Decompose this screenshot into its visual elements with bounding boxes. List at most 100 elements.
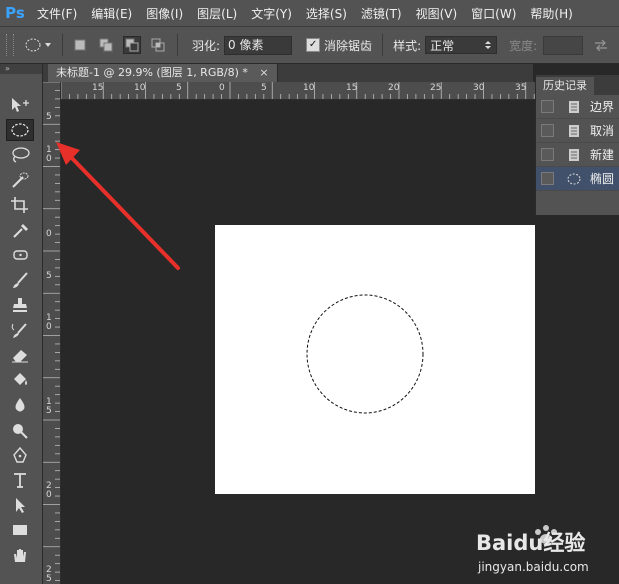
history-brush-icon	[11, 323, 27, 338]
history-snapshot-checkbox[interactable]	[541, 100, 554, 113]
menu-view[interactable]: 视图(V)	[409, 5, 465, 22]
path-selection-tool[interactable]	[6, 494, 34, 516]
elliptical-selection-marquee	[306, 294, 424, 414]
ruler-label: 30	[473, 83, 485, 93]
menu-layer[interactable]: 图层(L)	[190, 5, 244, 22]
history-snapshot-checkbox[interactable]	[541, 148, 554, 161]
chevron-down-icon	[45, 43, 51, 47]
menu-help[interactable]: 帮助(H)	[523, 5, 579, 22]
menu-edit[interactable]: 编辑(E)	[84, 5, 139, 22]
stamp-icon	[13, 298, 27, 312]
ruler-label: 35	[515, 83, 527, 93]
menu-type[interactable]: 文字(Y)	[244, 5, 299, 22]
paint-bucket-icon	[14, 373, 27, 385]
brush-tool[interactable]	[6, 269, 34, 291]
elliptical-marquee-tool[interactable]	[6, 119, 34, 141]
history-tab[interactable]: 历史记录	[536, 77, 594, 95]
lasso-tool[interactable]	[6, 144, 34, 166]
divider	[62, 34, 63, 56]
antialias-checkbox[interactable]: ✓	[306, 38, 321, 52]
quick-selection-tool[interactable]	[6, 169, 34, 191]
menu-filter[interactable]: 滤镜(T)	[354, 5, 409, 22]
history-snapshot-checkbox[interactable]	[541, 172, 554, 185]
history-item-label: 边界	[590, 100, 615, 114]
ruler-label: 5	[261, 83, 267, 93]
lasso-icon	[12, 147, 30, 163]
style-select[interactable]: 正常	[425, 36, 498, 54]
document-icon	[566, 99, 582, 115]
subtract-selection-button[interactable]	[123, 36, 141, 54]
menu-bar: Ps 文件(F) 编辑(E) 图像(I) 图层(L) 文字(Y) 选择(S) 滤…	[0, 0, 619, 27]
document-canvas[interactable]	[215, 225, 574, 494]
type-tool[interactable]	[6, 469, 34, 491]
history-item-label: 椭圆	[590, 172, 615, 186]
bandage-icon	[13, 250, 28, 260]
close-icon[interactable]: ×	[259, 66, 268, 79]
ruler-label: 5	[46, 271, 52, 281]
menu-window[interactable]: 窗口(W)	[464, 5, 523, 22]
options-bar-grip[interactable]	[6, 34, 14, 56]
options-bar: 羽化: 0 像素 ✓ 消除锯齿 样式: 正常 宽度:	[0, 27, 619, 64]
history-brush-tool[interactable]	[6, 319, 34, 341]
eyedropper-icon	[13, 224, 28, 238]
blur-tool[interactable]	[6, 394, 34, 416]
intersect-selection-button[interactable]	[149, 36, 167, 54]
subtract-selection-icon	[125, 38, 139, 52]
ruler-label: 10	[134, 83, 146, 93]
history-item[interactable]: 取消	[536, 119, 619, 143]
paint-bucket-tool[interactable]	[6, 369, 34, 391]
toolbox-collapse[interactable]: »	[0, 64, 42, 74]
vertical-ruler[interactable]: 5 1 0 0 5 1 0 1 5 2 0 2 5	[43, 82, 61, 584]
dodge-tool[interactable]	[6, 419, 34, 441]
horizontal-ruler[interactable]: 15 10 5 0 5 10 15 20 25 30 35	[61, 82, 535, 100]
menu-image[interactable]: 图像(I)	[139, 5, 190, 22]
path-selection-icon	[16, 498, 25, 513]
width-input[interactable]	[543, 35, 584, 55]
quick-selection-icon	[12, 172, 29, 188]
tool-preset-picker[interactable]	[24, 37, 52, 53]
ruler-label: 15	[92, 83, 104, 93]
eraser-tool[interactable]	[6, 344, 34, 366]
pen-tool[interactable]	[6, 444, 34, 466]
ruler-label: 1 0	[46, 145, 52, 164]
rectangle-tool[interactable]	[6, 519, 34, 541]
canvas-svg	[306, 294, 424, 414]
type-icon	[14, 473, 26, 488]
move-tool[interactable]	[6, 94, 34, 116]
eyedropper-tool[interactable]	[6, 219, 34, 241]
menu-file[interactable]: 文件(F)	[30, 5, 84, 22]
document-tab[interactable]: 未标题-1 @ 29.9% (图层 1, RGB/8) * ×	[48, 64, 278, 82]
document-tab-title: 未标题-1 @ 29.9% (图层 1, RGB/8) *	[56, 66, 248, 79]
feather-input[interactable]: 0 像素	[224, 35, 293, 55]
ruler-label: 15	[346, 83, 358, 93]
swap-icon[interactable]	[593, 39, 609, 51]
document-icon	[566, 123, 582, 139]
document-icon	[566, 147, 582, 163]
watermark-url: jingyan.baidu.com	[477, 560, 589, 574]
menu-select[interactable]: 选择(S)	[299, 5, 354, 22]
updown-icon	[485, 41, 492, 49]
history-item-label: 新建	[590, 148, 615, 162]
divider	[177, 34, 178, 56]
ruler-label: 10	[303, 83, 315, 93]
intersect-selection-icon	[151, 38, 165, 52]
history-item[interactable]: 边界	[536, 95, 619, 119]
spot-healing-tool[interactable]	[6, 244, 34, 266]
add-selection-icon	[99, 38, 113, 52]
hand-tool[interactable]	[6, 544, 34, 566]
add-selection-button[interactable]	[97, 36, 115, 54]
history-item-selected[interactable]: 椭圆	[536, 167, 619, 191]
crop-tool[interactable]	[6, 194, 34, 216]
rectangle-icon	[13, 525, 27, 535]
history-item[interactable]: 新建	[536, 143, 619, 167]
clone-stamp-tool[interactable]	[6, 294, 34, 316]
style-label: 样式:	[393, 38, 422, 53]
new-selection-button[interactable]	[71, 36, 89, 54]
antialias-label: 消除锯齿	[324, 38, 373, 53]
baidu-watermark: Baidu经验 jingyan.baidu.com	[476, 518, 616, 578]
ruler-label: 5	[46, 112, 52, 122]
history-snapshot-checkbox[interactable]	[541, 124, 554, 137]
ruler-label: 5	[176, 83, 182, 93]
ruler-label: 25	[430, 83, 442, 93]
watermark-svg: Baidu经验 jingyan.baidu.com	[476, 525, 589, 574]
